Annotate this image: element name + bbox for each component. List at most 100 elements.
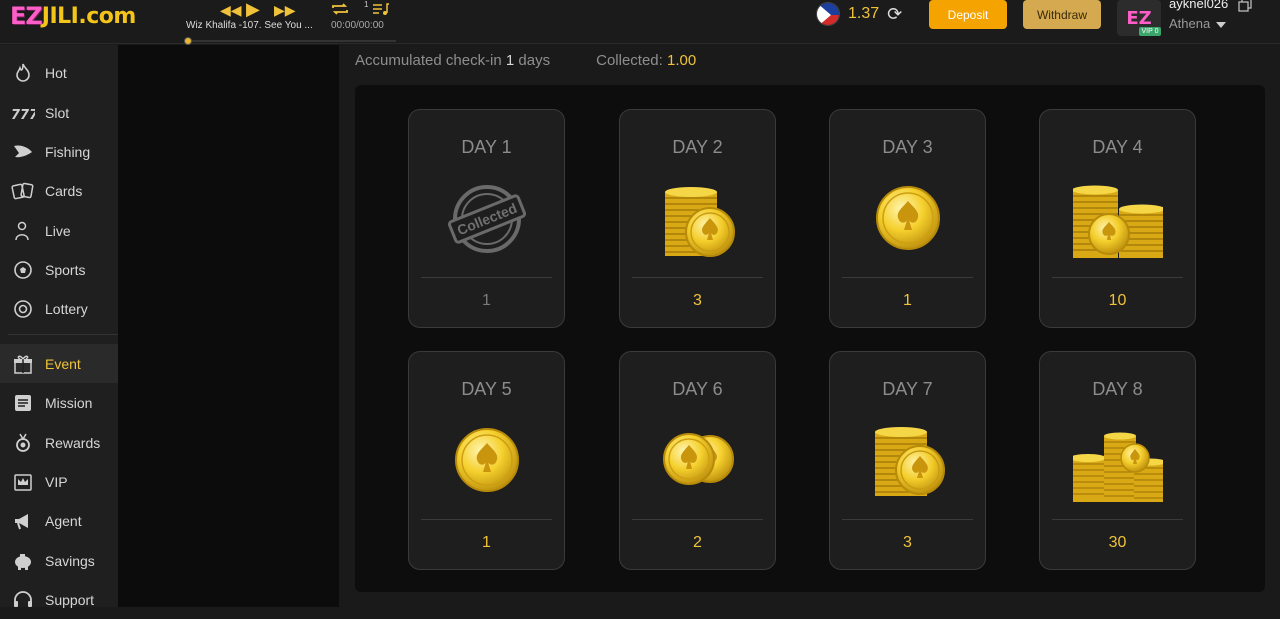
checkin-panel: DAY 1 Collected 1 DAY 2 3 DAY 3 1 DAY 4 …: [355, 85, 1265, 592]
avatar-text: EZ: [1126, 7, 1152, 29]
chevron-down-icon: [1216, 22, 1227, 28]
sidebar-item-label: Slot: [45, 104, 70, 121]
sidebar-item-label: Cards: [45, 182, 83, 199]
sidebar-item-label: Fishing: [45, 143, 91, 160]
svg-text:777: 777: [11, 108, 35, 123]
slot-777-icon: 777: [11, 108, 35, 123]
repeat-count: 1: [364, 0, 369, 9]
day-amount: 10: [1108, 292, 1127, 309]
top-bar: EZ JILI.com ◀◀ ▶ ▶▶ 1 Wiz Khalifa -107. …: [0, 0, 1280, 45]
single-coin-icon: [455, 428, 519, 492]
sidebar-item-label: Savings: [45, 552, 95, 569]
card-divider: [842, 277, 973, 278]
checkin-day-card[interactable]: DAY 7 3: [829, 351, 986, 570]
coin-stack-icon: [665, 187, 735, 257]
logo-ez: EZ: [10, 2, 43, 30]
checkin-summary: Accumulated check-in 1 days Collected: 1…: [355, 52, 696, 69]
checkin-day-card[interactable]: DAY 1 Collected 1: [408, 109, 565, 328]
username: ayknel026: [1169, 0, 1229, 11]
sidebar-item-label: Sports: [45, 261, 86, 278]
checkin-day-card[interactable]: DAY 2 3: [619, 109, 776, 328]
day-label: DAY 5: [461, 379, 512, 399]
accumulated-days-value: 1: [505, 52, 515, 69]
day-label: DAY 6: [672, 379, 723, 399]
sidebar-item-label: Live: [45, 222, 71, 239]
sidebar-item-hot[interactable]: Hot: [0, 53, 118, 92]
sidebar-item-label: Agent: [45, 512, 82, 529]
sidebar-item-cards[interactable]: Cards: [0, 171, 118, 210]
progress-knob[interactable]: [184, 37, 192, 45]
balance-display: 1.37 ⟳: [816, 0, 902, 28]
repeat-icon[interactable]: [330, 2, 350, 16]
sidebar-item-lottery[interactable]: Lottery: [0, 289, 118, 328]
card-divider: [632, 519, 763, 520]
copy-icon[interactable]: [1238, 0, 1252, 12]
live-dealer-icon: [15, 221, 29, 240]
sidebar-item-mission[interactable]: Mission: [0, 383, 118, 422]
day-amount: 3: [903, 534, 912, 551]
day-label: DAY 8: [1092, 379, 1143, 399]
sidebar-item-label: Rewards: [45, 434, 101, 451]
day-amount: 1: [482, 534, 491, 551]
refresh-icon[interactable]: ⟳: [887, 4, 902, 25]
collected-stamp-icon: Collected: [447, 185, 527, 253]
sidebar-item-slot[interactable]: 777 Slot: [0, 93, 118, 132]
balance-value: 1.37: [848, 5, 880, 22]
next-track-icon[interactable]: ▶▶: [274, 3, 296, 17]
card-divider: [1052, 277, 1183, 278]
day-amount: 3: [693, 292, 702, 309]
checkin-day-card[interactable]: DAY 5 1: [408, 351, 565, 570]
day-label: DAY 1: [461, 137, 512, 157]
sidebar-item-agent[interactable]: Agent: [0, 501, 118, 540]
playlist-icon[interactable]: [372, 2, 390, 16]
withdraw-button[interactable]: Withdraw: [1023, 0, 1101, 29]
sidebar-item-sports[interactable]: Sports: [0, 250, 118, 289]
day-amount: 2: [693, 534, 702, 551]
sidebar-item-rewards[interactable]: Rewards: [0, 423, 118, 462]
piggy-bank-icon: [15, 553, 31, 570]
user-menu[interactable]: Athena: [1169, 16, 1227, 31]
music-player: ◀◀ ▶ ▶▶ 1 Wiz Khalifa -107. See You ... …: [184, 0, 401, 45]
philippines-flag-icon: [816, 2, 840, 26]
collected-summary: Collected: 1.00: [596, 52, 697, 69]
sidebar-divider: [8, 334, 118, 335]
track-title: Wiz Khalifa -107. See You ...: [186, 20, 313, 31]
previous-track-icon[interactable]: ◀◀: [220, 3, 242, 17]
two-coins-icon: [663, 433, 734, 485]
coin-stacks-icon: [1073, 185, 1163, 258]
sidebar-item-label: Lottery: [45, 300, 88, 317]
soccer-ball-icon: [14, 260, 32, 279]
checkin-day-card[interactable]: DAY 4 10: [1039, 109, 1196, 328]
sidebar-item-live[interactable]: Live: [0, 211, 118, 250]
fire-icon: [16, 63, 30, 82]
card-divider: [842, 519, 973, 520]
sidebar-item-vip[interactable]: VIP: [0, 462, 118, 501]
sidebar-item-savings[interactable]: Savings: [0, 541, 118, 580]
checkin-day-card[interactable]: DAY 3 1: [829, 109, 986, 328]
sidebar-item-label: Event: [45, 355, 81, 372]
card-divider: [421, 277, 552, 278]
display-name: Athena: [1169, 16, 1211, 31]
day-amount: 1: [482, 292, 491, 309]
sidebar-item-event[interactable]: Event: [0, 344, 118, 383]
rewards-medal-icon: [16, 433, 30, 452]
vip-badge: VIP 0: [1139, 27, 1161, 36]
sidebar-item-fishing[interactable]: Fishing: [0, 132, 118, 171]
coin-stack-icon: [875, 427, 945, 496]
day-label: DAY 3: [882, 137, 933, 157]
day-label: DAY 4: [1092, 137, 1143, 157]
fish-icon: [14, 144, 32, 157]
coin-pile-icon: [1073, 432, 1163, 502]
day-amount: 30: [1108, 534, 1127, 551]
play-icon[interactable]: ▶: [246, 0, 260, 18]
checkin-day-card[interactable]: DAY 8 30: [1039, 351, 1196, 570]
checkin-day-card[interactable]: DAY 6 2: [619, 351, 776, 570]
sidebar-item-support[interactable]: Support: [0, 580, 118, 619]
card-divider: [421, 519, 552, 520]
day-label: DAY 7: [882, 379, 933, 399]
site-logo[interactable]: EZ JILI.com: [10, 2, 136, 30]
card-divider: [1052, 519, 1183, 520]
gift-icon: [14, 355, 32, 374]
deposit-button[interactable]: Deposit: [929, 0, 1007, 29]
progress-track[interactable]: [184, 37, 396, 45]
